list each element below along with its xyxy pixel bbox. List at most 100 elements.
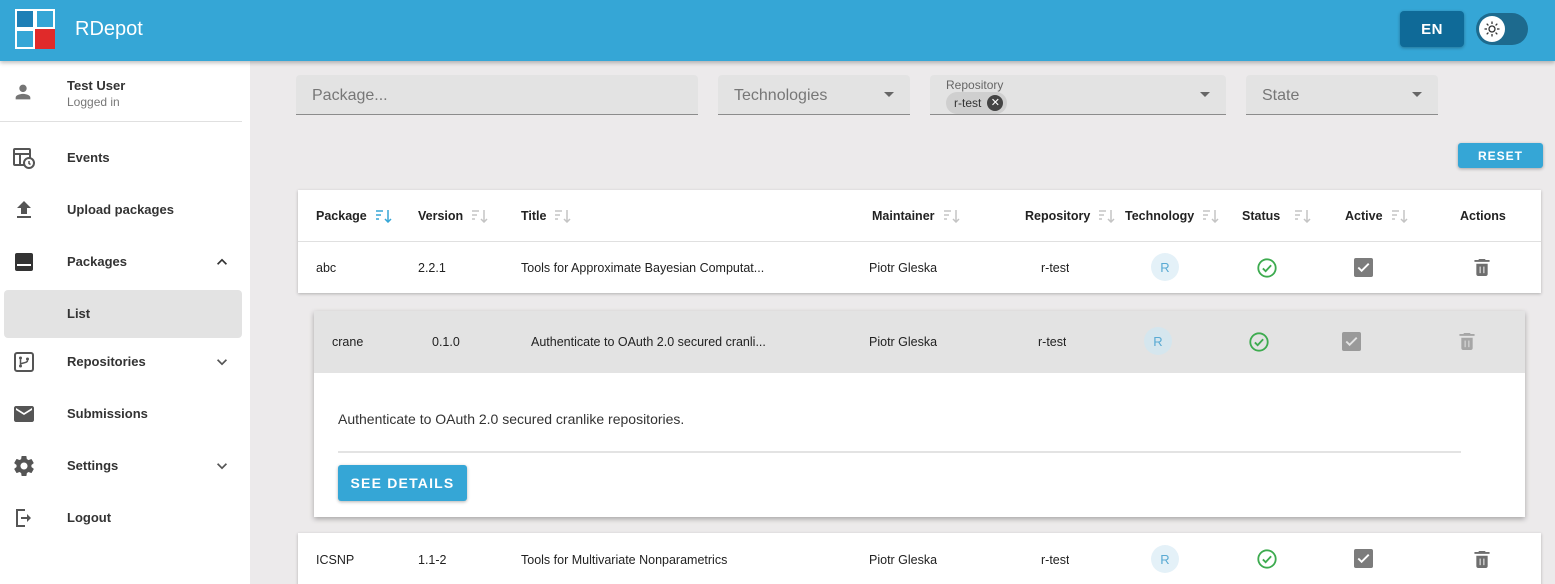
package-repository: r-test [1041,553,1070,567]
sidebar-item-label: Events [67,150,110,165]
packages-icon [15,253,33,271]
column-header-technology[interactable]: Technology [1125,209,1220,223]
sidebar-item-repositories[interactable]: Repositories [4,338,242,386]
repository-select[interactable]: Repository r-test ✕ [930,75,1226,115]
package-repository: r-test [1041,261,1070,275]
sidebar-item-packages[interactable]: Packages [4,238,242,286]
sidebar-item-logout[interactable]: Logout [4,494,242,542]
technology-badge: R [1151,545,1179,573]
package-search-placeholder: Package... [312,87,388,104]
technology-badge: R [1151,253,1179,281]
package-description: Authenticate to OAuth 2.0 secured cranli… [338,411,685,427]
check-circle-icon [1249,332,1269,352]
chevron-down-icon[interactable] [212,456,232,476]
package-maintainer: Piotr Gleska [869,261,938,275]
package-name: abc [316,261,337,275]
sidebar-item-label: List [67,306,91,321]
package-title: Tools for Approximate Bayesian Computat.… [521,261,765,275]
state-select[interactable]: State [1246,75,1438,115]
package-version: 1.1-2 [418,553,447,567]
sidebar-item-list[interactable]: List [4,290,242,338]
chevron-up-icon[interactable] [212,252,232,272]
user-status: Logged in [67,95,120,109]
see-details-button[interactable]: SEE DETAILS [338,465,467,501]
checkbox-checked-icon[interactable] [1354,549,1373,568]
dropdown-arrow-icon [1200,92,1210,97]
repository-chip: r-test ✕ [946,92,1008,114]
column-header-maintainer[interactable]: Maintainer [872,209,961,223]
sidebar-item-label: Logout [67,510,112,525]
dropdown-arrow-icon [1412,92,1422,97]
sidebar-item-label: Submissions [67,406,148,421]
delete-icon[interactable] [1474,259,1490,276]
sidebar-item-label: Repositories [67,354,146,369]
check-circle-icon [1257,549,1277,569]
table-row[interactable]: ICSNP 1.1-2 Tools for Multivariate Nonpa… [298,534,1541,584]
column-header-actions: Actions [1460,209,1506,223]
column-header-status[interactable]: Status [1242,209,1312,223]
column-header-title[interactable]: Title [521,209,572,223]
rdepot-logo [15,9,55,49]
sidebar: Test User Logged in Events Upload packag… [0,61,250,584]
app-bar: RDepot EN [0,0,1555,61]
package-repository: r-test [1038,335,1067,349]
state-placeholder: State [1262,87,1300,104]
reset-button[interactable]: RESET [1458,143,1543,168]
sort-icon [943,210,960,223]
upload-icon [17,201,31,218]
chip-remove-icon[interactable]: ✕ [987,95,1004,111]
sort-icon [1391,210,1408,223]
sidebar-item-label: Upload packages [67,202,174,217]
expanded-row-card: crane 0.1.0 Authenticate to OAuth 2.0 se… [314,311,1525,517]
sun-icon [1479,16,1505,42]
language-button[interactable]: EN [1400,11,1464,47]
check-circle-icon [1257,258,1277,278]
events-icon [13,148,35,169]
technologies-placeholder: Technologies [734,87,828,104]
package-maintainer: Piotr Gleska [869,553,938,567]
package-search-input[interactable]: Package... [296,75,698,115]
sidebar-item-upload-packages[interactable]: Upload packages [4,186,242,234]
table-header: Package Version Title Maintainer Reposit… [298,190,1541,242]
technologies-select[interactable]: Technologies [718,75,910,115]
table-row[interactable]: abc 2.2.1 Tools for Approximate Bayesian… [298,242,1541,294]
column-header-active[interactable]: Active [1345,209,1409,223]
person-icon [15,84,31,100]
technology-badge: R [1144,327,1172,355]
package-title: Tools for Multivariate Nonparametrics [521,553,728,567]
package-title: Authenticate to OAuth 2.0 secured cranli… [531,335,766,349]
sidebar-item-settings[interactable]: Settings [4,442,242,490]
table-row[interactable]: crane 0.1.0 Authenticate to OAuth 2.0 se… [314,311,1525,373]
sort-icon [1203,210,1219,223]
column-header-package[interactable]: Package [316,209,393,223]
checkbox-checked-icon[interactable] [1342,332,1361,351]
repositories-icon [14,352,34,372]
column-header-version[interactable]: Version [418,209,489,223]
column-header-repository[interactable]: Repository [1025,209,1116,223]
repository-select-label: Repository [946,78,1004,92]
sidebar-item-label: Packages [67,254,127,269]
sidebar-item-events[interactable]: Events [4,134,242,182]
dropdown-arrow-icon [884,92,894,97]
theme-toggle[interactable] [1476,13,1528,45]
user-name: Test User [67,78,126,93]
package-version: 2.2.1 [418,261,446,275]
package-name: crane [332,335,364,349]
delete-icon[interactable] [1459,333,1475,350]
checkbox-checked-icon[interactable] [1354,258,1373,277]
package-version: 0.1.0 [432,335,460,349]
sort-icon [1295,210,1311,223]
logout-icon [16,509,31,527]
divider [338,451,1461,453]
package-maintainer: Piotr Gleska [869,335,938,349]
sidebar-item-submissions[interactable]: Submissions [4,390,242,438]
package-name: ICSNP [316,553,355,567]
delete-icon[interactable] [1474,551,1490,568]
sort-active-icon [375,210,392,223]
repository-chip-label: r-test [954,96,982,110]
sort-icon [1099,210,1115,223]
gear-icon [14,456,34,477]
user-block: Test User Logged in [0,61,242,122]
chevron-down-icon[interactable] [212,352,232,372]
app-title: RDepot [75,18,143,40]
